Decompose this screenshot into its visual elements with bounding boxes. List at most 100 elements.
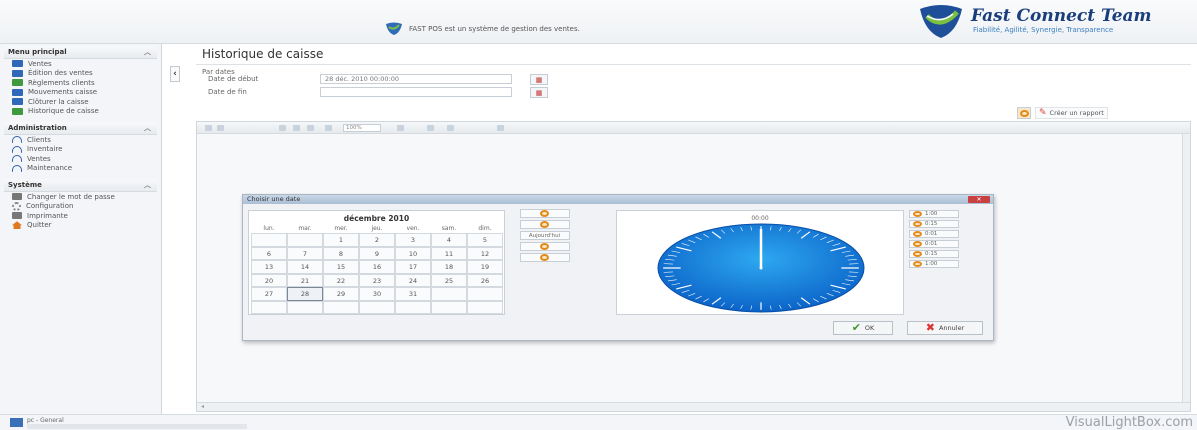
calendar-day[interactable]: 14 [287,260,323,274]
create-report-button[interactable]: ✎ Créer un rapport [1035,107,1108,119]
sidebar-item-configuration[interactable]: Configuration [4,201,157,212]
sidebar-item-label: Historique de caisse [28,107,99,116]
viewer-horizontal-scrollbar[interactable]: ◂ [197,402,1190,411]
chevron-up-icon[interactable]: ︿ [144,123,151,133]
chevron-up-icon[interactable]: ︿ [144,180,151,190]
weekday-label: jeu. [371,225,383,232]
calendar-day[interactable]: 11 [431,246,467,260]
calendar-day[interactable]: 16 [359,260,395,274]
report-viewer: 100% ◂ Choisir une date ✕ décembre 2010 l… [196,121,1191,412]
start-date-field[interactable]: 28 déc. 2010 00:00:00 [320,74,512,84]
calendar-day[interactable]: 29 [323,287,359,301]
collapse-sidebar-button[interactable]: ‹ [170,66,180,82]
status-user-icon [10,418,23,427]
refresh-button[interactable] [1017,107,1031,119]
sidebar-item-mouvements-caisse[interactable]: Mouvements caisse [4,88,157,98]
sidebar-item-cloturer-caisse[interactable]: Clôturer la caisse [4,97,157,107]
sidebar-item-changer-mot-de-passe[interactable]: Changer le mot de passe [4,192,157,202]
sidebar-item-quitter[interactable]: Quitter [4,221,157,231]
next-month-button[interactable] [519,242,570,251]
calendar-day[interactable]: 27 [251,287,287,301]
dialog-close-button[interactable]: ✕ [968,196,990,203]
ok-button[interactable]: ✔ OK [833,321,893,335]
duration-button[interactable]: 1:00 [909,210,959,218]
calendar-navigation: Aujourd'hui [511,209,578,264]
calendar-week-row: 6 7 8 9 10 11 12 [251,246,503,260]
calendar-day[interactable]: 10 [395,246,431,260]
calendar-day[interactable]: 7 [287,246,323,260]
calendar-day[interactable]: 28 [287,287,323,301]
sidebar-item-reglements-clients[interactable]: Règlements clients [4,78,157,88]
cancel-label: Annuler [938,324,965,332]
weekday-label: ven. [406,225,420,232]
print-icon[interactable] [279,125,286,131]
duration-button[interactable]: 0:01 [909,240,959,248]
sidebar-group-title: Administration [8,124,67,132]
duration-button[interactable]: 0:15 [909,220,959,228]
sidebar-group-header[interactable]: Administration ︿ [4,122,157,135]
sidebar-group-header[interactable]: Système ︿ [4,179,157,192]
calendar-day[interactable]: 24 [395,273,431,287]
calendar-day[interactable]: 15 [323,260,359,274]
today-button[interactable]: Aujourd'hui [519,231,570,240]
calendar-day[interactable]: 2 [359,233,395,247]
calendar-day[interactable]: 9 [359,246,395,260]
start-date-calendar-button[interactable]: ▦ [530,74,548,85]
calendar-day[interactable]: 31 [395,287,431,301]
calendar-day[interactable]: 1 [323,233,359,247]
calendar-day[interactable]: 12 [467,246,503,260]
cancel-button[interactable]: ✖ Annuler [907,321,983,335]
sidebar-item-ventes[interactable]: Ventes [4,59,157,69]
sidebar-item-maintenance[interactable]: Maintenance [4,164,157,174]
calendar-day[interactable]: 5 [467,233,503,247]
chevron-up-icon[interactable]: ︿ [144,47,151,57]
calendar-day[interactable]: 13 [251,260,287,274]
clock-dial[interactable] [655,223,867,313]
calendar-day[interactable]: 26 [467,273,503,287]
search-icon[interactable] [427,125,434,131]
next-page-icon[interactable] [447,125,454,131]
sidebar-group-header[interactable]: Menu principal ︿ [4,46,157,59]
calendar-day[interactable]: 25 [431,273,467,287]
calendar-day[interactable]: 30 [359,287,395,301]
calendar-day[interactable]: 3 [395,233,431,247]
sidebar-group-title: Système [8,181,42,189]
calendar-day[interactable]: 17 [395,260,431,274]
prev-page-icon[interactable] [217,125,224,131]
zoom-out-icon[interactable] [325,125,332,131]
end-date-field[interactable] [320,87,512,97]
calendar-day[interactable]: 8 [323,246,359,260]
calendar-day[interactable]: 21 [287,273,323,287]
sidebar-item-inventaire[interactable]: Inventaire [4,145,157,155]
calendar-month: décembre 2010 [343,214,410,223]
calendar-day[interactable]: 6 [251,246,287,260]
sidebar-item-historique-caisse[interactable]: Historique de caisse [4,107,157,117]
last-page-icon[interactable] [497,125,504,131]
calendar-day[interactable]: 19 [467,260,503,274]
calendar-day[interactable]: 23 [359,273,395,287]
first-page-icon[interactable] [205,125,212,131]
sidebar-item-clients[interactable]: Clients [4,135,157,145]
sidebar-item-edition-ventes[interactable]: Édition des ventes [4,69,157,79]
sales-icon [12,60,23,68]
duration-button[interactable]: 1:00 [909,260,959,268]
export-icon[interactable] [293,125,300,131]
calendar-empty-cell [287,233,323,247]
duration-button[interactable]: 0:15 [909,250,959,258]
sidebar-item-ventes-admin[interactable]: Ventes [4,154,157,164]
viewer-toolbar: 100% [197,122,1190,134]
calendar-day[interactable]: 20 [251,273,287,287]
end-date-calendar-button[interactable]: ▦ [530,87,548,98]
calendar-day[interactable]: 22 [323,273,359,287]
previous-year-button[interactable] [519,209,570,218]
next-year-button[interactable] [519,253,570,262]
viewer-vertical-scrollbar[interactable] [1182,134,1190,404]
calendar-day[interactable]: 4 [431,233,467,247]
previous-month-button[interactable] [519,220,570,229]
zoom-in-icon[interactable] [397,125,404,131]
sidebar-item-imprimante[interactable]: Imprimante [4,211,157,221]
duration-button[interactable]: 0:01 [909,230,959,238]
calendar-day[interactable]: 18 [431,260,467,274]
layout-icon[interactable] [307,125,314,131]
zoom-select[interactable]: 100% [343,124,381,132]
